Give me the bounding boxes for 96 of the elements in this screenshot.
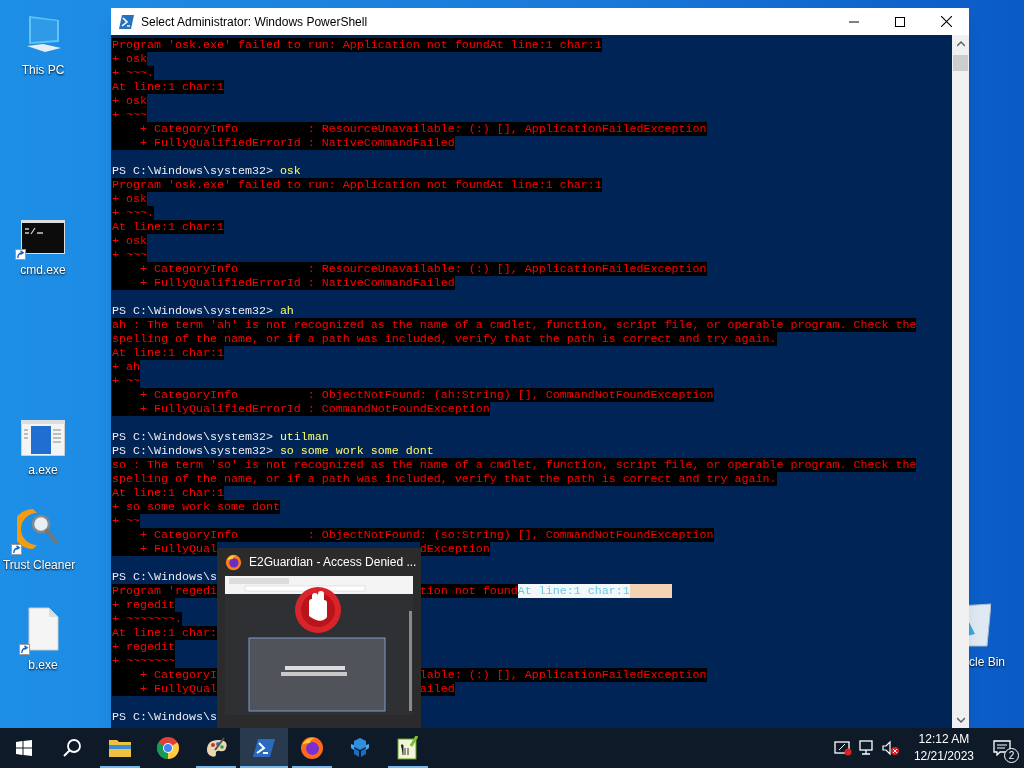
command-text: utilman bbox=[279, 430, 329, 444]
chrome-icon bbox=[156, 736, 180, 760]
network-icon[interactable] bbox=[857, 740, 876, 756]
prompt-text: PS C:\Windows\system32> bbox=[112, 304, 273, 318]
prompt-text: PS C:\Windows\system32> bbox=[112, 444, 273, 458]
icon-label[interactable]: b.exe bbox=[28, 656, 58, 674]
prompt-text: PS C:\Windows\system32> bbox=[112, 430, 273, 444]
error-text: + regedit bbox=[112, 598, 175, 612]
error-text: + regedit bbox=[112, 640, 175, 654]
error-text: + ~~~. bbox=[112, 206, 154, 220]
shortcut-arrow-icon bbox=[15, 249, 26, 260]
error-text: At line:1 char:1 bbox=[112, 220, 224, 234]
error-text: + ~~~ bbox=[112, 248, 147, 262]
icon-label[interactable]: Trust Cleaner bbox=[2, 556, 76, 574]
error-text: + FullyQualifiedErrorId : CommandNotFoundException bbox=[112, 402, 490, 416]
prompt-text: PS C:\Windows\s bbox=[112, 710, 217, 724]
error-text: ah : The term 'ah' is not recognized as the name of a cmdlet, function, script file, or operable program. Check the bbox=[112, 318, 917, 332]
shield-icon[interactable] bbox=[833, 740, 852, 756]
error-text: + osk bbox=[112, 234, 147, 248]
error-text: + CategoryInfo : ResourceUnavailable: (:) [], ApplicationFailedException bbox=[112, 122, 707, 136]
close-icon bbox=[940, 16, 952, 27]
icon-label[interactable]: This PC bbox=[21, 61, 65, 79]
error-text: + osk bbox=[112, 52, 147, 66]
start-icon bbox=[16, 740, 32, 756]
powershell-icon bbox=[119, 14, 134, 29]
scrollbar[interactable] bbox=[952, 35, 969, 728]
error-text: + FullyQual bbox=[112, 682, 217, 696]
error-text: + ~~~~~~~ bbox=[112, 654, 175, 668]
error-text: + CategoryInfo : ResourceUnavailable: (:) [], ApplicationFailedException bbox=[112, 262, 707, 276]
error-text: + so some work some dont bbox=[112, 500, 280, 514]
taskbar-preview[interactable]: E2Guardian - Access Denied ... bbox=[217, 548, 421, 728]
error-text: lable: (:) [], ApplicationFailedException bbox=[419, 668, 707, 682]
volume-muted-icon[interactable] bbox=[881, 740, 900, 756]
error-text: tion not found bbox=[419, 584, 518, 598]
shortcut-arrow-icon bbox=[11, 544, 22, 555]
prompt-text: PS C:\Windows\s bbox=[112, 570, 217, 584]
error-text: At line:1 char:1 bbox=[112, 486, 224, 500]
error-text: ailed bbox=[419, 682, 455, 696]
preview-title: E2Guardian - Access Denied ... bbox=[249, 554, 417, 571]
icon-label[interactable]: a.exe bbox=[28, 461, 58, 479]
scrollbar-thumb[interactable] bbox=[953, 55, 968, 71]
selected-text: At line:1 char:1 bbox=[517, 584, 630, 598]
error-text: At line:1 char: bbox=[112, 626, 217, 640]
powershell-icon bbox=[253, 739, 275, 757]
palette-icon bbox=[204, 736, 228, 760]
scroll-down-icon[interactable] bbox=[956, 716, 965, 724]
error-text: + FullyQual bbox=[112, 542, 217, 556]
error-text: + FullyQualifiedErrorId : NativeCommandFailed bbox=[112, 276, 455, 290]
firefox-icon bbox=[300, 736, 324, 760]
file-icon[interactable] bbox=[25, 607, 61, 651]
icon-label[interactable]: cmd.exe bbox=[20, 261, 66, 279]
message-icon bbox=[993, 740, 1011, 756]
error-text: + CategoryInfo : ObjectNotFound: (so:String) [], CommandNotFoundException bbox=[112, 528, 714, 542]
error-text: At line:1 char:1 bbox=[112, 80, 224, 94]
error-text: + CategoryI bbox=[112, 668, 217, 682]
error-text: Program 'osk.exe' failed to run: Application not foundAt line:1 char:1 bbox=[112, 178, 602, 192]
error-text: spelling of the name, or if a path was included, verify that the path is correct and try again. bbox=[112, 332, 777, 346]
command-text: so some work some dont bbox=[279, 444, 434, 458]
error-text: + ~~ bbox=[112, 514, 140, 528]
maximize-icon bbox=[895, 16, 905, 27]
command-text: ah bbox=[279, 304, 294, 318]
selection-highlight bbox=[629, 584, 672, 598]
error-text: + osk bbox=[112, 192, 147, 206]
magnifier-icon[interactable] bbox=[17, 507, 61, 551]
prompt-text: PS C:\Windows\system32> bbox=[112, 164, 273, 178]
error-text: + ~~~~~~~. bbox=[112, 612, 182, 626]
error-text: Program 'regedi bbox=[112, 584, 217, 598]
firefox-icon bbox=[225, 553, 242, 571]
scroll-up-icon[interactable] bbox=[956, 40, 965, 48]
notification-count: 2 bbox=[1004, 748, 1019, 763]
cubes-icon bbox=[348, 736, 372, 760]
clock[interactable]: 12:12 AM 12/21/2023 bbox=[907, 731, 980, 765]
error-text: + ~~ bbox=[112, 374, 140, 388]
error-text: At line:1 char:1 bbox=[112, 346, 224, 360]
error-text: + ~~~ bbox=[112, 108, 147, 122]
app-window-icon[interactable] bbox=[21, 420, 65, 456]
notepad-icon bbox=[397, 736, 419, 760]
error-text: + osk bbox=[112, 94, 147, 108]
shortcut-arrow-icon bbox=[19, 644, 30, 655]
folder-icon bbox=[108, 738, 132, 758]
error-text: dException bbox=[419, 542, 490, 556]
taskbar-button[interactable] bbox=[240, 728, 288, 768]
search-icon bbox=[62, 738, 82, 758]
recycle-bin-icon[interactable] bbox=[969, 600, 991, 648]
error-text: Program 'osk.exe' failed to run: Application not foundAt line:1 char:1 bbox=[112, 38, 602, 52]
error-text: + ~~~. bbox=[112, 66, 154, 80]
notifications-button[interactable]: 2 bbox=[980, 728, 1024, 768]
error-text: + ah bbox=[112, 360, 140, 374]
console-icon[interactable] bbox=[21, 220, 65, 256]
icon-label[interactable]: cle Bin bbox=[969, 653, 1006, 671]
window-title: Select Administrator: Windows PowerShell bbox=[141, 13, 368, 31]
error-text: + FullyQualifiedErrorId : NativeCommandFailed bbox=[112, 136, 455, 150]
error-text: + CategoryInfo : ObjectNotFound: (ah:String) [], CommandNotFoundException bbox=[112, 388, 714, 402]
command-text: osk bbox=[279, 164, 301, 178]
error-text: so : The term 'so' is not recognized as the name of a cmdlet, function, script file, or operable program. Check the bbox=[112, 458, 917, 472]
error-text: spelling of the name, or if a path was included, verify that the path is correct and try again. bbox=[112, 472, 777, 486]
